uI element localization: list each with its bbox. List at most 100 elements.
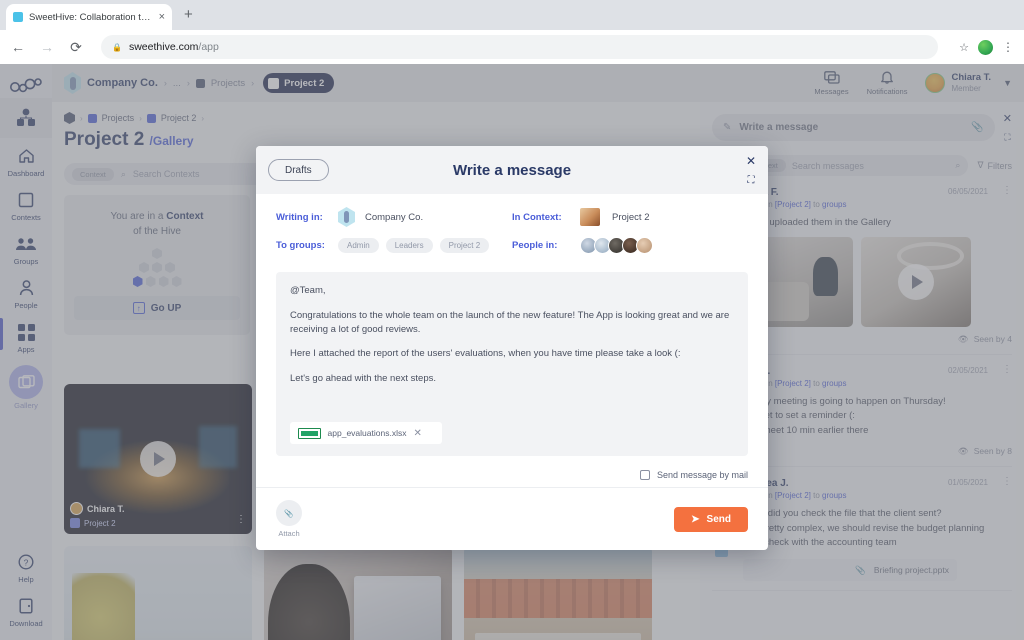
project-square-icon <box>70 518 80 528</box>
sidebar-item-hive[interactable] <box>0 98 52 138</box>
sidebar-item-dashboard[interactable]: Dashboard <box>0 138 52 182</box>
context-thumbnail <box>580 208 600 226</box>
attach-button[interactable]: 📎 Attach <box>276 500 302 538</box>
writing-in-row: Writing in: Company Co. <box>276 206 512 228</box>
send-by-mail-row[interactable]: Send message by mail <box>256 462 768 488</box>
message-groups-link[interactable]: groups <box>822 200 846 209</box>
search-icon[interactable]: ⌕ <box>955 160 960 171</box>
expand-icon[interactable]: ⛶ <box>1004 132 1010 143</box>
write-message-input[interactable]: ✎ Write a message 📎 <box>712 114 995 141</box>
breadcrumb-ellipsis[interactable]: ... <box>173 78 181 89</box>
chevron-down-icon[interactable]: ▼ <box>1003 78 1012 88</box>
sidebar-item-help[interactable]: ? Help <box>0 544 52 588</box>
sidebar-item-groups[interactable]: Groups <box>0 226 52 270</box>
page-breadcrumb-project[interactable]: Project 2 <box>161 113 197 123</box>
projects-square-icon <box>195 78 205 88</box>
lock-icon: 🔒 <box>112 42 122 52</box>
breadcrumb-projects[interactable]: Projects <box>211 78 245 89</box>
more-options-icon[interactable]: ⋮ <box>1002 186 1012 196</box>
go-up-button[interactable]: ↑ Go UP <box>74 296 240 320</box>
sidebar-item-label: People <box>14 301 38 310</box>
sidebar-item-gallery[interactable]: Gallery <box>0 358 52 414</box>
sidebar-item-apps[interactable]: Apps <box>0 314 52 358</box>
user-name: Chiara T. <box>951 72 992 84</box>
more-options-icon[interactable]: ⋮ <box>236 515 246 525</box>
gallery-card[interactable] <box>464 546 652 640</box>
more-options-icon[interactable]: ⋮ <box>1002 364 1012 374</box>
omnibox-actions: ☆ ⋮ <box>959 39 1014 55</box>
message-groups-link[interactable]: groups <box>822 491 846 500</box>
notifications-button[interactable]: Notifications <box>866 70 908 96</box>
new-tab-button[interactable]: + <box>184 7 193 22</box>
browser-menu-icon[interactable]: ⋮ <box>1002 41 1014 53</box>
drafts-button[interactable]: Drafts <box>268 159 329 181</box>
send-by-mail-checkbox[interactable] <box>639 469 650 480</box>
message-editor[interactable]: @Team, Congratulations to the whole team… <box>276 272 748 456</box>
breadcrumb-current[interactable]: Project 2 <box>263 73 335 93</box>
forward-icon[interactable]: → <box>39 40 55 54</box>
play-icon[interactable] <box>140 441 176 477</box>
send-button[interactable]: ➤ Send <box>674 506 748 532</box>
hive-logo-icon[interactable] <box>6 72 46 98</box>
search-scope-pill[interactable]: Context <box>72 167 114 181</box>
gallery-card[interactable] <box>264 546 452 640</box>
square-icon <box>15 189 37 211</box>
notifications-label: Notifications <box>866 87 908 96</box>
play-icon[interactable] <box>898 263 934 300</box>
close-icon[interactable]: ✕ <box>1003 112 1012 125</box>
search-messages-input[interactable]: Context Search messages ⌕ <box>736 155 969 176</box>
sidebar-item-download[interactable]: Download <box>0 588 52 632</box>
send-label: Send <box>706 513 731 525</box>
messages-button[interactable]: Messages <box>814 70 849 96</box>
sidebar-item-label: Contexts <box>11 213 41 222</box>
in-context-value[interactable]: Project 2 <box>612 212 650 223</box>
hex-icon[interactable] <box>64 112 75 124</box>
back-icon[interactable]: ← <box>10 40 26 54</box>
reload-icon[interactable]: ⟳ <box>68 40 84 54</box>
message-attachment[interactable]: 📎 Briefing project.pptx <box>743 559 957 582</box>
gallery-card[interactable] <box>64 546 252 640</box>
breadcrumb-company[interactable]: Company Co. <box>87 77 158 89</box>
browser-chrome: SweetHive: Collaboration to your × + ← →… <box>0 0 1024 64</box>
remove-attachment-icon[interactable]: ✕ <box>413 428 434 439</box>
message-subline: Wrote in [Project 2] to groups <box>743 200 941 209</box>
breadcrumb-current-label: Project 2 <box>284 77 325 89</box>
message-context-link[interactable]: [Project 2] <box>775 200 811 209</box>
page-breadcrumb-projects[interactable]: Projects <box>102 113 135 123</box>
attachment-icon[interactable]: 📎 <box>971 122 983 133</box>
messages-icon <box>823 70 840 85</box>
eye-icon: 👁 <box>957 445 969 456</box>
bookmark-star-icon[interactable]: ☆ <box>959 41 969 54</box>
expand-icon[interactable]: ⛶ <box>747 175 754 186</box>
to-label: to <box>813 490 820 500</box>
in-context-label: In Context: <box>512 211 562 223</box>
hive-diagram <box>118 248 196 287</box>
modal-meta-right: In Context: Project 2 People in: <box>512 206 748 262</box>
attachment-chip[interactable]: app_evaluations.xlsx ✕ <box>290 422 442 444</box>
modal-header: Drafts Write a message ✕ ⛶ <box>256 146 768 194</box>
message-groups-link[interactable]: groups <box>822 379 846 388</box>
group-chip[interactable]: Project 2 <box>439 237 490 253</box>
close-icon[interactable]: × <box>159 11 165 23</box>
message-context-link[interactable]: [Project 2] <box>775 491 811 500</box>
sidebar-item-people[interactable]: People <box>0 270 52 314</box>
browser-tab[interactable]: SweetHive: Collaboration to your × <box>6 4 172 30</box>
filters-button[interactable]: ∇ Filters <box>977 160 1012 171</box>
gallery-card[interactable]: Chiara T. Project 2 ⋮ <box>64 384 252 534</box>
more-options-icon[interactable]: ⋮ <box>1002 476 1012 486</box>
writing-in-value[interactable]: Company Co. <box>365 212 423 223</box>
close-icon[interactable]: ✕ <box>746 154 756 168</box>
sidebar-item-contexts[interactable]: Contexts <box>0 182 52 226</box>
message-context-link[interactable]: [Project 2] <box>775 379 811 388</box>
people-avatars[interactable] <box>580 236 653 254</box>
user-menu[interactable]: Chiara T. Member ▼ <box>925 72 1012 94</box>
avatar[interactable] <box>978 39 993 55</box>
sidebar-item-label: Download <box>9 619 43 628</box>
address-bar[interactable]: 🔒 sweethive.com/app <box>101 35 939 59</box>
group-chip[interactable]: Leaders <box>385 237 433 253</box>
message-image[interactable] <box>861 236 971 327</box>
company-hex-icon[interactable] <box>64 72 81 94</box>
group-chip[interactable]: Admin <box>338 237 379 253</box>
projects-square-icon <box>87 113 97 123</box>
company-hex-icon <box>338 207 355 227</box>
